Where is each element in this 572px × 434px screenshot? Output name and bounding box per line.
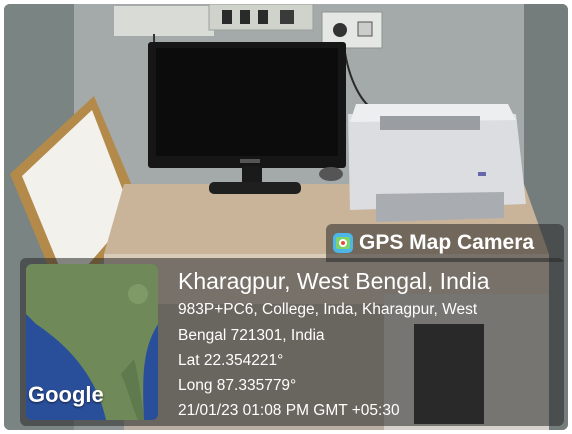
camera-photo: GPS Map Camera Google Kharagpur, West Be… [4,4,568,430]
location-info-panel: Google Kharagpur, West Bengal, India 983… [20,258,564,426]
address-line-1: 983P+PC6, College, Inda, Kharagpur, West [178,301,478,318]
app-name: GPS Map Camera [359,231,535,254]
gps-map-camera-app-icon [333,233,353,253]
location-title: Kharagpur, West Bengal, India [178,268,490,294]
printer [348,104,526,222]
timestamp: 21/01/23 01:08 PM GMT +05:30 [178,402,400,419]
longitude: Long 87.335779° [178,377,297,394]
address-line-2: Bengal 721301, India [178,327,325,344]
google-logo: Google [28,382,104,407]
app-badge: GPS Map Camera [326,224,564,262]
mini-map: Google [26,264,158,420]
latitude: Lat 22.354221° [178,352,284,369]
